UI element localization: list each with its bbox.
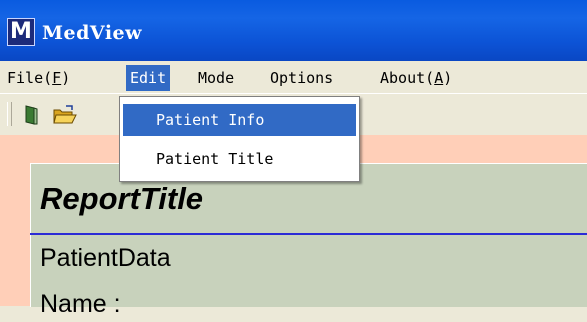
menu-about-mnemonic: A [434, 69, 444, 87]
name-label: Name : [40, 290, 121, 318]
menu-about[interactable]: About(A) [380, 65, 452, 91]
menu-file-label: File( [7, 69, 53, 87]
menu-item-patient-title[interactable]: Patient Title [123, 143, 356, 175]
edit-dropdown-menu: Patient Info Patient Title [119, 96, 360, 182]
menu-file-suffix: ) [61, 69, 71, 87]
app-icon[interactable]: M [7, 18, 35, 46]
title-bar[interactable]: M MedView [0, 0, 587, 61]
report-title: ReportTitle [40, 181, 204, 216]
menu-file-mnemonic: F [52, 69, 62, 87]
patient-data-heading: PatientData [40, 244, 171, 272]
menu-file[interactable]: File(F) [7, 65, 70, 91]
menu-options[interactable]: Options [270, 65, 333, 91]
menu-about-label: About( [380, 69, 435, 87]
window-title: MedView [42, 22, 142, 44]
new-document-icon[interactable] [20, 104, 42, 130]
report-divider [30, 233, 587, 235]
toolbar-grip[interactable] [7, 102, 12, 126]
menu-item-patient-info[interactable]: Patient Info [123, 104, 356, 136]
open-folder-icon[interactable] [52, 104, 78, 130]
menu-bar: File(F) Edit Mode Options About(A) [0, 61, 587, 93]
menu-about-suffix: ) [443, 69, 453, 87]
menu-edit[interactable]: Edit [126, 65, 171, 91]
menu-mode[interactable]: Mode [198, 65, 234, 91]
